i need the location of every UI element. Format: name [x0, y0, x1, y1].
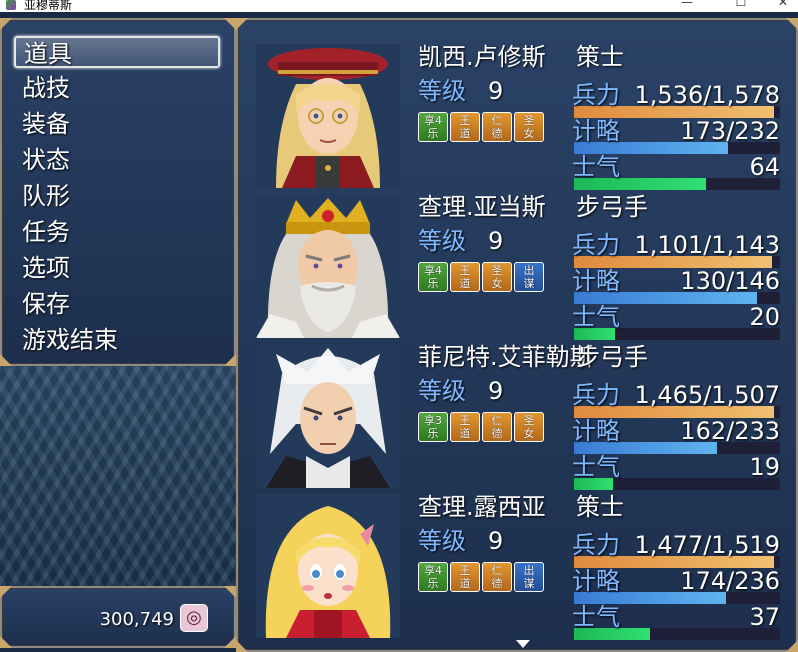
- level-value: 9: [488, 227, 504, 255]
- title-bar: 亚穆蒂斯 — ☐ ✕: [0, 0, 798, 12]
- hp-value: 1,536/1,578: [634, 81, 781, 109]
- menu-item[interactable]: 状态: [14, 144, 220, 176]
- level-value: 9: [488, 77, 504, 105]
- morale-label: 士气: [572, 603, 620, 631]
- menu-item[interactable]: 任务: [14, 216, 220, 248]
- state-icon: 王道: [450, 412, 480, 442]
- state-icon: 仁德: [482, 112, 512, 142]
- party-status-window: 凯西.卢修斯 策士 等级 9 享4 乐王道仁德圣女 兵力 1,536/1,578 …: [236, 18, 798, 652]
- state-icon: 圣女: [482, 262, 512, 292]
- menu-item[interactable]: 队形: [14, 180, 220, 212]
- mp-value: 130/146: [680, 267, 780, 295]
- morale-value: 37: [749, 603, 780, 631]
- hp-label: 兵力: [572, 81, 620, 109]
- morale-label: 士气: [572, 453, 620, 481]
- minimize-button[interactable]: —: [664, 0, 710, 11]
- gold-amount: 300,749: [99, 609, 174, 630]
- character-portrait: [256, 494, 400, 638]
- morale-label: 士气: [572, 153, 620, 181]
- character-portrait: [256, 194, 400, 338]
- hp-label: 兵力: [572, 381, 620, 409]
- level-label: 等级: [418, 227, 466, 255]
- mp-label: 计略: [572, 267, 620, 295]
- state-icon: 享4 乐: [418, 112, 448, 142]
- level-value: 9: [488, 527, 504, 555]
- morale-value: 64: [749, 153, 780, 181]
- mp-label: 计略: [572, 117, 620, 145]
- party-member-row[interactable]: 凯西.卢修斯 策士 等级 9 享4 乐王道仁德圣女 兵力 1,536/1,578 …: [238, 38, 798, 190]
- level-label: 等级: [418, 377, 466, 405]
- character-class: 策士: [576, 43, 624, 71]
- character-name: 查理.露西亚: [418, 493, 546, 521]
- app-icon: [6, 0, 16, 10]
- party-member-row[interactable]: 查理.露西亚 策士 等级 9 享4 乐王道仁德出谋 兵力 1,477/1,519 …: [238, 488, 798, 640]
- state-icon: 出谋: [514, 262, 544, 292]
- gold-window: 300,749 ◎: [0, 586, 236, 648]
- state-icon: 享4 乐: [418, 262, 448, 292]
- window-title: 亚穆蒂斯: [24, 0, 73, 12]
- character-portrait: [256, 44, 400, 188]
- character-class: 步弓手: [576, 193, 648, 221]
- menu-item[interactable]: 装备: [14, 108, 220, 140]
- menu-item[interactable]: 战技: [14, 72, 220, 104]
- party-member-row[interactable]: 菲尼特.艾菲勒斯 步弓手 等级 9 享3 乐王道仁德圣女 兵力 1,465/1,5…: [238, 338, 798, 490]
- level-label: 等级: [418, 527, 466, 555]
- scroll-down-arrow-icon[interactable]: [516, 640, 530, 648]
- character-class: 策士: [576, 493, 624, 521]
- state-icon: 王道: [450, 112, 480, 142]
- state-icon: 圣女: [514, 112, 544, 142]
- state-icon: 享3 乐: [418, 412, 448, 442]
- state-icon: 出谋: [514, 562, 544, 592]
- hp-value: 1,477/1,519: [634, 531, 781, 559]
- mp-value: 173/232: [680, 117, 780, 145]
- character-name: 菲尼特.艾菲勒斯: [418, 343, 594, 371]
- morale-value: 20: [749, 303, 780, 331]
- state-icon: 圣女: [514, 412, 544, 442]
- mp-value: 162/233: [680, 417, 780, 445]
- menu-item[interactable]: 游戏结束: [14, 324, 220, 356]
- character-class: 步弓手: [576, 343, 648, 371]
- morale-label: 士气: [572, 303, 620, 331]
- close-button[interactable]: ✕: [760, 0, 798, 11]
- menu-item[interactable]: 选项: [14, 252, 220, 284]
- map-background: [0, 366, 236, 586]
- hp-value: 1,465/1,507: [634, 381, 781, 409]
- party-member-row[interactable]: 查理.亚当斯 步弓手 等级 9 享4 乐王道圣女出谋 兵力 1,101/1,143…: [238, 188, 798, 340]
- level-value: 9: [488, 377, 504, 405]
- state-icon: 仁德: [482, 412, 512, 442]
- maximize-button[interactable]: ☐: [718, 0, 764, 11]
- mp-label: 计略: [572, 417, 620, 445]
- state-icon: 王道: [450, 562, 480, 592]
- character-name: 凯西.卢修斯: [418, 43, 546, 71]
- menu-item[interactable]: 道具: [14, 36, 220, 68]
- morale-value: 19: [749, 453, 780, 481]
- mp-label: 计略: [572, 567, 620, 595]
- level-label: 等级: [418, 77, 466, 105]
- state-icon: 享4 乐: [418, 562, 448, 592]
- currency-icon: ◎: [180, 604, 208, 632]
- mp-value: 174/236: [680, 567, 780, 595]
- command-menu: 道具战技装备状态队形任务选项保存游戏结束: [0, 18, 236, 366]
- character-portrait: [256, 344, 400, 488]
- menu-item[interactable]: 保存: [14, 288, 220, 320]
- state-icon: 仁德: [482, 562, 512, 592]
- hp-label: 兵力: [572, 231, 620, 259]
- hp-value: 1,101/1,143: [634, 231, 781, 259]
- state-icon: 王道: [450, 262, 480, 292]
- character-name: 查理.亚当斯: [418, 193, 546, 221]
- hp-label: 兵力: [572, 531, 620, 559]
